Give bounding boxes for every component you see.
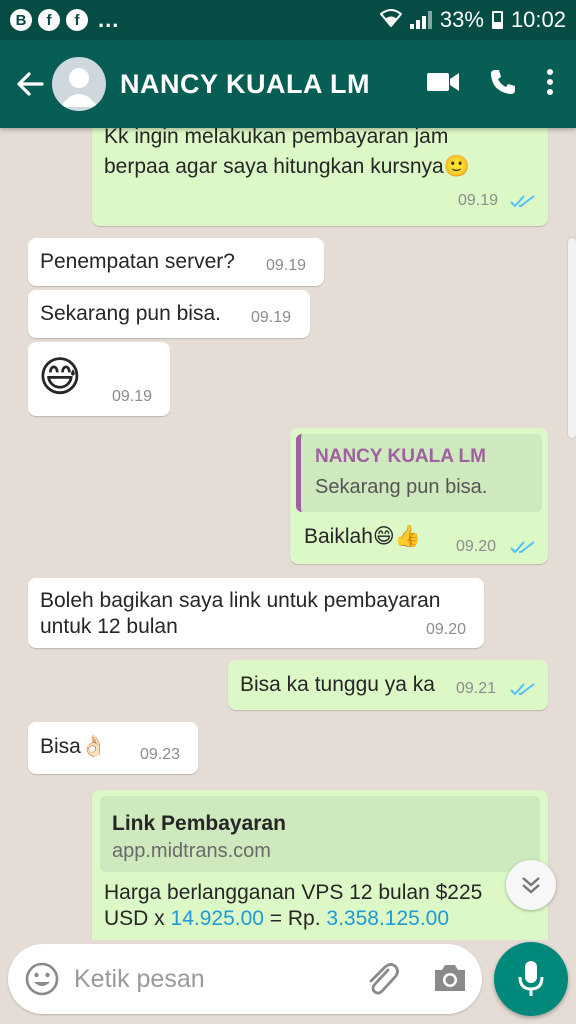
facebook-icon: f: [38, 9, 60, 31]
message-bubble-outgoing[interactable]: Link Pembayaran app.midtrans.com Harga b…: [92, 790, 548, 940]
more-options-icon[interactable]: [546, 68, 554, 101]
status-bar: B f f ... 33% 10:02: [0, 0, 576, 40]
message-text: Sekarang pun bisa.: [40, 302, 221, 325]
wifi-icon: [379, 7, 403, 33]
message-bubble-incoming[interactable]: Bisa👌🏻 09.23: [28, 722, 198, 774]
back-arrow-icon[interactable]: [8, 62, 52, 106]
message-input[interactable]: [74, 958, 354, 1000]
quoted-message[interactable]: NANCY KUALA LM Sekarang pun bisa.: [296, 434, 542, 512]
message-bubble-outgoing[interactable]: Kk ingin melakukan pembayaran jam berpaa…: [92, 128, 548, 226]
message-time: 09.21: [456, 680, 497, 697]
message-text: Bisa ka tunggu ya ka: [240, 673, 435, 696]
chat-area[interactable]: Kk ingin melakukan pembayaran jam berpaa…: [0, 128, 576, 940]
message-text: Boleh bagikan saya link untuk pembayaran: [40, 589, 441, 612]
message-time: 09.19: [458, 192, 499, 209]
phone-link[interactable]: 14.925.00: [171, 907, 264, 930]
video-call-icon[interactable]: [426, 71, 460, 98]
message-bubble-outgoing[interactable]: NANCY KUALA LM Sekarang pun bisa. Baikla…: [290, 428, 548, 564]
double-check-icon: [510, 195, 535, 208]
link-preview[interactable]: Link Pembayaran app.midtrans.com: [100, 796, 540, 872]
microphone-icon: [518, 961, 544, 996]
message-time: 09.20: [456, 538, 497, 555]
avatar[interactable]: [52, 57, 106, 111]
message-time: 09.20: [426, 621, 467, 638]
facebook-icon: f: [66, 9, 88, 31]
phone-call-icon[interactable]: [488, 67, 518, 102]
link-url[interactable]: app.midtrans.com: [112, 840, 271, 863]
message-time: 09.23: [140, 746, 181, 763]
chevron-down-icon: [522, 877, 540, 894]
message-text: berpaa agar saya hitungkan kursnya🙂: [104, 155, 470, 178]
link-title: Link Pembayaran: [112, 812, 286, 835]
more-notifications: ...: [98, 7, 120, 32]
clock: 10:02: [510, 7, 566, 32]
scroll-to-bottom-button[interactable]: [506, 860, 556, 910]
message-bubble-incoming[interactable]: 😅 09.19: [28, 342, 170, 416]
double-check-icon: [510, 541, 535, 554]
chat-header: NANCY KUALA LM: [0, 40, 576, 128]
message-time: 09.19: [112, 388, 153, 405]
fast-scroll-handle[interactable]: [568, 238, 576, 438]
message-text: Harga berlangganan VPS 12 bulan $225: [104, 881, 483, 904]
camera-icon[interactable]: [432, 962, 468, 994]
message-bubble-incoming[interactable]: Sekarang pun bisa. 09.19: [28, 290, 310, 338]
double-check-icon: [510, 683, 535, 696]
message-emoji: 😅: [38, 353, 82, 400]
contact-name[interactable]: NANCY KUALA LM: [120, 69, 370, 100]
quoted-text: Sekarang pun bisa.: [315, 476, 488, 498]
message-text: Baiklah😄👍: [304, 525, 421, 548]
b-icon: B: [10, 9, 32, 31]
message-bubble-incoming[interactable]: Boleh bagikan saya link untuk pembayaran…: [28, 578, 484, 648]
message-text: Penempatan server?: [40, 250, 235, 273]
message-bubble-outgoing[interactable]: Bisa ka tunggu ya ka 09.21: [228, 660, 548, 710]
battery-icon: [491, 11, 503, 29]
attach-icon[interactable]: [364, 960, 400, 998]
quoted-sender: NANCY KUALA LM: [315, 446, 486, 467]
mic-button[interactable]: [494, 942, 568, 1016]
message-text-line: USD x 14.925.00 = Rp. 3.358.125.00: [104, 907, 450, 930]
message-text: Bisa👌🏻: [40, 735, 107, 758]
emoji-icon[interactable]: [24, 961, 60, 997]
signal-icon: [409, 11, 432, 29]
message-text: Kk ingin melakukan pembayaran jam: [104, 128, 449, 148]
message-time: 09.19: [266, 257, 307, 274]
battery-percent: 33%: [439, 7, 484, 32]
message-text: untuk 12 bulan: [40, 615, 178, 638]
phone-link[interactable]: 3.358.125.00: [326, 907, 449, 930]
message-composer: [8, 944, 482, 1014]
message-bubble-incoming[interactable]: Penempatan server? 09.19: [28, 238, 324, 286]
message-time: 09.19: [251, 309, 292, 326]
